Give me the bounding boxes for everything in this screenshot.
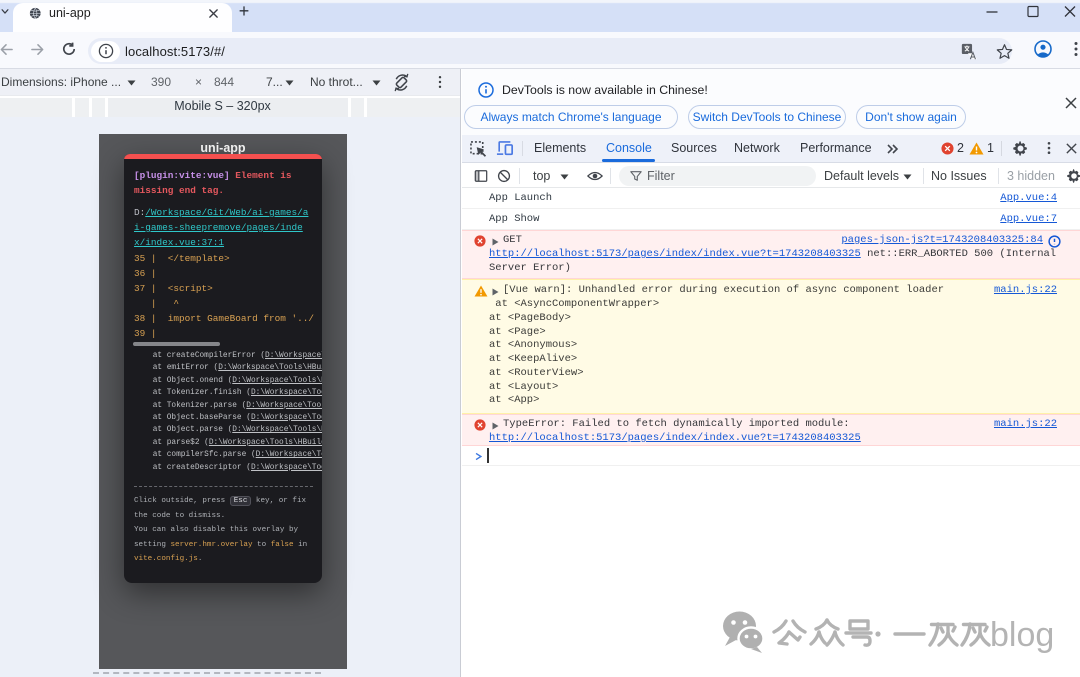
svg-text:blog: blog: [990, 616, 1054, 654]
